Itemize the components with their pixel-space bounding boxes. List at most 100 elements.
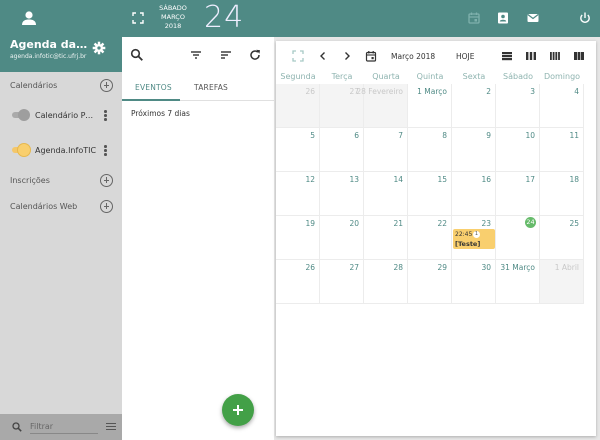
day-cell[interactable]: 13: [320, 172, 364, 216]
sidebar-header: Agenda da Informática agenda.infotic@tic…: [0, 0, 122, 72]
month-view-icon[interactable]: [573, 50, 585, 62]
refresh-icon[interactable]: [248, 48, 262, 62]
day-cell[interactable]: 11: [540, 128, 584, 172]
day-number-label: 4: [574, 87, 579, 96]
add-event-button[interactable]: [222, 394, 254, 426]
calendar-name: Calendário Pessoal: [35, 111, 97, 120]
day-cell[interactable]: 17: [496, 172, 540, 216]
weekday-label: Segunda: [280, 72, 316, 81]
calendars-section: Calendários: [0, 78, 122, 94]
power-icon[interactable]: [578, 11, 592, 25]
week-view-icon[interactable]: [525, 50, 537, 62]
calendar-item-personal[interactable]: Calendário Pessoal: [0, 108, 122, 124]
web-calendars-label: Calendários Web: [10, 202, 78, 211]
more-vert-icon[interactable]: [104, 110, 107, 122]
day-number-label: 25: [569, 219, 579, 228]
tab-events[interactable]: EVENTOS: [135, 83, 172, 92]
day-cell[interactable]: 19: [276, 216, 320, 260]
day-cell[interactable]: 1 Março: [408, 84, 452, 128]
day-cell[interactable]: 3: [496, 84, 540, 128]
day-cell[interactable]: 30: [452, 260, 496, 304]
event-chip[interactable]: 22:45 1 [Teste]: [453, 229, 495, 249]
chevron-right-icon[interactable]: [341, 50, 353, 62]
day-cell[interactable]: 29: [408, 260, 452, 304]
user-avatar-icon[interactable]: [21, 10, 37, 26]
events-range-label: Próximos 7 dias: [131, 109, 190, 118]
day-cell[interactable]: 6: [320, 128, 364, 172]
day-cell[interactable]: 10: [496, 128, 540, 172]
day-cell[interactable]: 28: [364, 260, 408, 304]
day-number-label: 30: [481, 263, 491, 272]
calendar-toggle-personal[interactable]: [12, 109, 30, 121]
day-cell[interactable]: 27: [320, 260, 364, 304]
calendar-toggle-infotic[interactable]: [12, 144, 30, 156]
search-icon[interactable]: [130, 48, 144, 62]
day-cell[interactable]: 31 Março: [496, 260, 540, 304]
day-cell[interactable]: 22: [408, 216, 452, 260]
day-number-label: 9: [486, 131, 491, 140]
day-number-label: 1 Março: [417, 87, 447, 96]
day-cell[interactable]: 8: [408, 128, 452, 172]
add-web-calendar-icon[interactable]: [100, 200, 113, 213]
today-button[interactable]: HOJE: [456, 52, 475, 61]
day-cell[interactable]: 26: [276, 260, 320, 304]
day-number-label: 23: [481, 219, 491, 228]
day-cell[interactable]: 20: [320, 216, 364, 260]
gear-icon[interactable]: [92, 41, 106, 55]
mail-icon[interactable]: [526, 11, 540, 25]
app-root: Agenda da Informática agenda.infotic@tic…: [0, 0, 600, 440]
day-cell[interactable]: 12: [276, 172, 320, 216]
sidebar: Agenda da Informática agenda.infotic@tic…: [0, 0, 122, 440]
day-number-label: 21: [393, 219, 403, 228]
more-vert-icon[interactable]: [104, 145, 107, 157]
day-cell[interactable]: 16: [452, 172, 496, 216]
expand-icon[interactable]: [292, 50, 304, 62]
day-cell[interactable]: 7: [364, 128, 408, 172]
date-text: SÁBADO MARÇO 2018: [158, 4, 188, 31]
chevron-left-icon[interactable]: [317, 50, 329, 62]
contacts-icon[interactable]: [496, 11, 510, 25]
day-number-label: 11: [569, 131, 579, 140]
day-cell[interactable]: 4: [540, 84, 584, 128]
event-time: 22:45: [455, 231, 473, 238]
day-cell[interactable]: 28 Fevereiro: [356, 84, 408, 128]
tab-tasks[interactable]: TAREFAS: [194, 83, 228, 92]
weekday-label: Sexta: [462, 72, 486, 81]
top-bar: SÁBADO MARÇO 2018 24: [122, 0, 600, 37]
day-number-label: 29: [437, 263, 447, 272]
day-cell[interactable]: 5: [276, 128, 320, 172]
day-cell[interactable]: 21: [364, 216, 408, 260]
event-badge: 1: [473, 230, 480, 238]
day-view-icon[interactable]: [501, 50, 513, 62]
day-cell[interactable]: 2: [452, 84, 496, 128]
day-cell[interactable]: 9: [452, 128, 496, 172]
date-picker-icon[interactable]: [365, 50, 377, 62]
calendar-item-infotic[interactable]: Agenda.InfoTIC: [0, 143, 122, 159]
add-calendar-icon[interactable]: [100, 79, 113, 92]
day-number-label: 20: [349, 219, 359, 228]
weekday-text: SÁBADO: [159, 4, 187, 12]
day-cell[interactable]: 1 Abril: [540, 260, 584, 304]
day-cell[interactable]: 23 22:45 1 [Teste]: [452, 216, 496, 260]
calendar-icon[interactable]: [467, 11, 481, 25]
sort-icon[interactable]: [219, 48, 233, 62]
day-cell-today[interactable]: 24: [496, 216, 540, 260]
day-number-label: 13: [349, 175, 359, 184]
day-number-label: 6: [354, 131, 359, 140]
filter-icon[interactable]: [189, 48, 203, 62]
multi-column-view-icon[interactable]: [549, 50, 561, 62]
fullscreen-icon[interactable]: [132, 12, 144, 24]
month-label: Março 2018: [391, 52, 436, 61]
day-cell[interactable]: 26: [276, 84, 320, 128]
subscriptions-section: Inscrições: [0, 173, 122, 189]
day-cell[interactable]: 15: [408, 172, 452, 216]
day-cell[interactable]: 14: [364, 172, 408, 216]
filter-input[interactable]: [30, 420, 98, 434]
day-cell[interactable]: 25: [540, 216, 584, 260]
day-number-label: 16: [481, 175, 491, 184]
day-number: 24: [204, 0, 245, 35]
agenda-email: agenda.infotic@tic.ufrj.br: [10, 53, 87, 60]
add-subscription-icon[interactable]: [100, 174, 113, 187]
day-cell[interactable]: 18: [540, 172, 584, 216]
menu-icon[interactable]: [106, 423, 116, 431]
